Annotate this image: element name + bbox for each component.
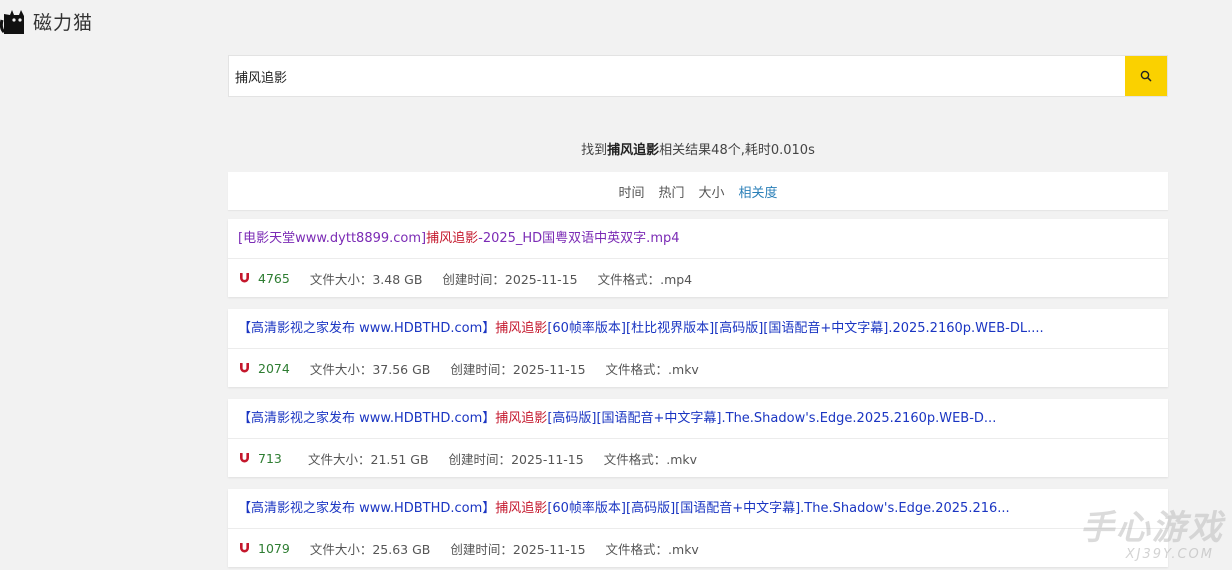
result-title-link[interactable]: [电影天堂www.dytt8899.com]捕风追影-2025_HD国粤双语中英…: [228, 219, 1168, 259]
magnet-icon[interactable]: [239, 452, 250, 464]
result-title-part: [60帧率版本][高码版][国语配音+中文字幕].The.Shadow's.Ed…: [547, 501, 1010, 516]
result-card: 【高清影视之家发布 www.HDBTHD.com】捕风追影[高码版][国语配音+…: [228, 399, 1168, 477]
format-label: 文件格式：: [605, 541, 669, 557]
summary-keyword: 捕风追影: [607, 143, 660, 158]
result-meta: 4765 文件大小：3.48 GB 创建时间：2025-11-15 文件格式：.mp4: [228, 259, 1168, 297]
size-label: 文件大小：: [309, 271, 373, 287]
result-title-part: 【高清影视之家发布 www.HDBTHD.com】: [238, 321, 496, 336]
result-title-part: [高码版][国语配音+中文字幕].The.Shadow's.Edge.2025.…: [547, 411, 997, 426]
size-label: 文件大小：: [309, 361, 373, 377]
result-meta: 713 文件大小：21.51 GB 创建时间：2025-11-15 文件格式：.mkv: [228, 439, 1168, 477]
heat-count: 1079: [258, 540, 290, 556]
size-label: 文件大小：: [308, 451, 371, 467]
file-format: 文件格式：.mkv: [604, 449, 697, 468]
search-bar: [228, 55, 1168, 97]
sort-popular[interactable]: 热门: [658, 182, 684, 201]
created-label: 创建时间：: [448, 451, 512, 467]
cat-logo-icon: [0, 10, 24, 34]
file-size: 文件大小：3.48 GB: [310, 269, 423, 288]
created-time: 创建时间：2025-11-15: [450, 539, 585, 558]
created-time: 创建时间：2025-11-15: [449, 449, 584, 468]
result-card: 【高清影视之家发布 www.HDBTHD.com】捕风追影[60帧率版本][杜比…: [228, 309, 1168, 387]
created-value: 2025-11-15: [512, 541, 586, 557]
file-format: 文件格式：.mkv: [606, 359, 699, 378]
search-icon: [1140, 70, 1152, 82]
sort-size[interactable]: 大小: [699, 182, 725, 201]
magnet-icon[interactable]: [239, 542, 250, 554]
site-logo[interactable]: 磁力猫: [0, 6, 93, 36]
heat-count: 2074: [258, 360, 290, 376]
created-label: 创建时间：: [442, 271, 505, 287]
sort-bar: 时间 热门 大小 相关度: [228, 172, 1168, 210]
result-title-part: 【高清影视之家发布 www.HDBTHD.com】: [238, 501, 496, 516]
format-value: .mkv: [666, 451, 698, 467]
created-value: 2025-11-15: [512, 361, 586, 377]
result-title-part: 捕风追影: [495, 501, 548, 516]
created-label: 创建时间：: [450, 541, 513, 557]
format-label: 文件格式：: [603, 451, 667, 467]
sort-time[interactable]: 时间: [618, 182, 644, 201]
site-name: 磁力猫: [33, 11, 94, 34]
created-time: 创建时间：2025-11-15: [450, 359, 585, 378]
format-label: 文件格式：: [605, 361, 669, 377]
result-card: 【高清影视之家发布 www.HDBTHD.com】捕风追影[60帧率版本][高码…: [228, 489, 1168, 567]
result-title-part: 捕风追影: [495, 321, 548, 336]
created-value: 2025-11-15: [511, 451, 584, 467]
file-format: 文件格式：.mp4: [598, 269, 693, 288]
summary-suffix: 相关结果48个,耗时0.010s: [659, 143, 815, 158]
result-meta: 1079 文件大小：25.63 GB 创建时间：2025-11-15 文件格式：.mk…: [228, 529, 1168, 567]
result-title-link[interactable]: 【高清影视之家发布 www.HDBTHD.com】捕风追影[高码版][国语配音+…: [228, 399, 1168, 439]
created-label: 创建时间：: [450, 361, 513, 377]
created-value: 2025-11-15: [504, 271, 578, 287]
format-value: .mkv: [668, 361, 699, 377]
format-label: 文件格式：: [597, 271, 661, 287]
result-title-part: [60帧率版本][杜比视界版本][高码版][国语配音+中文字幕].2025.21…: [547, 321, 1044, 336]
size-value: 21.51 GB: [370, 451, 429, 467]
magnet-icon[interactable]: [239, 362, 250, 374]
heat-count: 4765: [258, 270, 290, 286]
result-title-part: 捕风追影: [426, 231, 479, 246]
size-value: 37.56 GB: [372, 361, 431, 377]
search-input[interactable]: [229, 56, 1125, 96]
size-label: 文件大小：: [309, 541, 373, 557]
created-time: 创建时间：2025-11-15: [442, 269, 577, 288]
format-value: .mkv: [668, 541, 699, 557]
file-size: 文件大小：37.56 GB: [310, 359, 431, 378]
result-card: [电影天堂www.dytt8899.com]捕风追影-2025_HD国粤双语中英…: [228, 219, 1168, 297]
format-value: .mp4: [660, 271, 693, 287]
sort-relevance[interactable]: 相关度: [739, 182, 778, 201]
size-value: 3.48 GB: [372, 271, 423, 287]
result-title-part: -2025_HD国粤双语中英双字.mp4: [478, 231, 680, 246]
result-summary: 找到捕风追影相关结果48个,耗时0.010s: [228, 139, 1168, 158]
summary-prefix: 找到: [581, 143, 608, 158]
result-title-link[interactable]: 【高清影视之家发布 www.HDBTHD.com】捕风追影[60帧率版本][高码…: [228, 489, 1168, 529]
heat-count: 713: [258, 450, 282, 466]
result-title-link[interactable]: 【高清影视之家发布 www.HDBTHD.com】捕风追影[60帧率版本][杜比…: [228, 309, 1168, 349]
result-title-part: 捕风追影: [495, 411, 548, 426]
result-title-part: [电影天堂www.dytt8899.com]: [238, 231, 427, 246]
search-button[interactable]: [1125, 56, 1167, 96]
file-size: 文件大小：21.51 GB: [308, 449, 429, 468]
size-value: 25.63 GB: [372, 541, 431, 557]
result-meta: 2074 文件大小：37.56 GB 创建时间：2025-11-15 文件格式：.mk…: [228, 349, 1168, 387]
file-size: 文件大小：25.63 GB: [310, 539, 431, 558]
magnet-icon[interactable]: [239, 272, 250, 284]
result-title-part: 【高清影视之家发布 www.HDBTHD.com】: [238, 411, 496, 426]
file-format: 文件格式：.mkv: [606, 539, 699, 558]
